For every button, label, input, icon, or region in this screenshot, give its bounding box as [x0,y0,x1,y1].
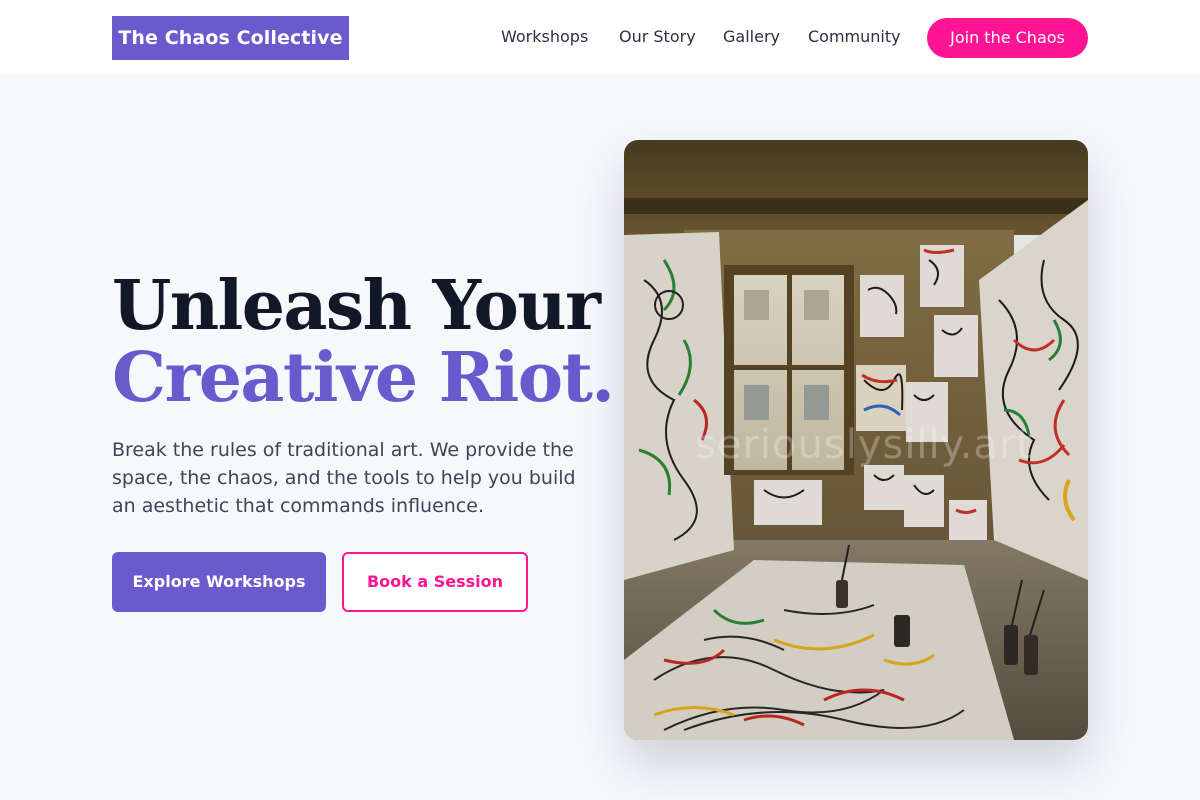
explore-workshops-button[interactable]: Explore Workshops [112,552,326,612]
join-button[interactable]: Join the Chaos [927,18,1088,58]
image-watermark: seriouslysilly.art [695,422,1033,468]
hero-title-line1: Unleash Your [112,266,601,346]
nav-link-workshops[interactable]: Workshops [501,26,588,48]
hero-description: Break the rules of traditional art. We p… [112,439,576,517]
nav-link-community[interactable]: Community [808,26,901,48]
nav-link-our-story[interactable]: Our Story [619,26,696,48]
hero-title-line2: Creative Riot. [112,338,615,418]
nav-link-gallery[interactable]: Gallery [723,26,780,48]
book-session-button[interactable]: Book a Session [342,552,528,612]
site-header: The Chaos Collective Workshops Our Story… [0,0,1200,76]
hero-title: Unleash Your Creative Riot. [112,266,615,418]
art-studio-image: seriouslysilly.art [624,140,1088,740]
